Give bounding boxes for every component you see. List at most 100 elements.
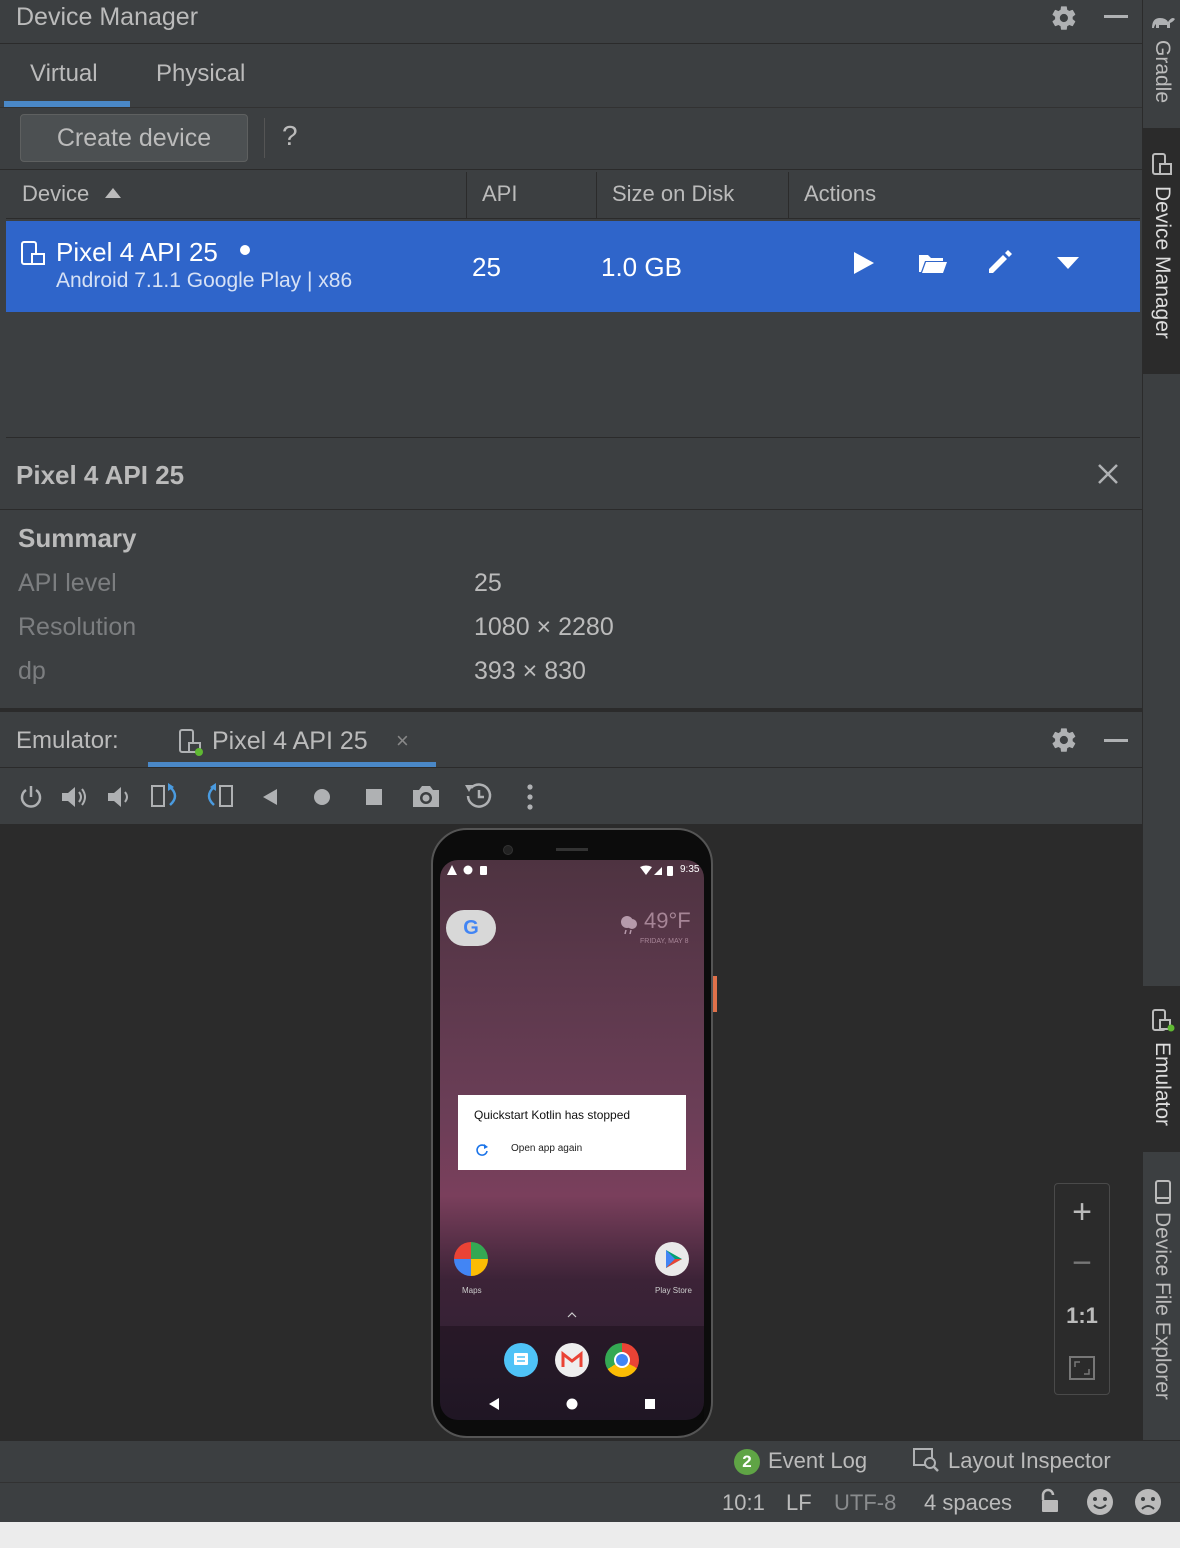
indent-setting[interactable]: 4 spaces [924,1490,1012,1516]
zoom-in-button[interactable]: + [1055,1193,1109,1232]
summary-key: API level [18,569,117,597]
event-log-button[interactable]: Event Log [768,1448,867,1474]
file-encoding[interactable]: UTF-8 [834,1490,896,1516]
folder-open-icon[interactable] [918,252,948,274]
overview-icon[interactable] [364,787,384,807]
maps-app-icon[interactable] [454,1242,488,1276]
column-divider [596,172,597,218]
device-file-explorer-tool-tab[interactable]: Device File Explorer [1150,1212,1174,1400]
caret-position[interactable]: 10:1 [722,1490,765,1516]
emulator-device-tab[interactable]: Pixel 4 API 25 [212,727,368,756]
device-tab-icon [178,728,204,756]
gradle-tool-tab[interactable]: Gradle [1150,40,1174,103]
column-header-size[interactable]: Size on Disk [612,181,734,207]
phone-clock: 9:35 [680,864,700,875]
line-separator[interactable]: LF [786,1490,812,1516]
summary-value: 25 [474,569,502,597]
tab-close-icon[interactable]: × [396,728,409,754]
dropdown-triangle-icon[interactable] [1056,256,1080,270]
refresh-icon[interactable] [475,1143,489,1157]
emulator-tab-icon [1151,1008,1175,1034]
device-running-indicator [240,245,250,255]
phone-back-icon[interactable] [488,1398,500,1410]
device-type-icon [20,240,46,268]
phone-home-icon[interactable] [566,1398,578,1410]
device-api: 25 [472,252,501,282]
zoom-actual-size-button[interactable]: 1:1 [1055,1303,1109,1329]
phone-overview-icon[interactable] [645,1399,655,1409]
lock-open-icon[interactable] [1038,1488,1062,1514]
volume-down-icon[interactable] [106,784,132,810]
android-studio-window: Device Manager Virtual Physical Create d… [0,0,1180,1548]
rotate-left-icon[interactable] [150,782,182,810]
close-icon[interactable] [1096,462,1120,486]
column-divider [466,172,467,218]
layout-inspector-button[interactable]: Layout Inspector [948,1448,1111,1474]
layout-inspector-icon [912,1447,940,1473]
help-button[interactable]: ? [282,120,298,152]
app-label: Maps [462,1286,482,1295]
emulator-tool-tab[interactable]: Emulator [1150,1042,1174,1126]
zoom-out-button[interactable]: − [1055,1244,1109,1283]
create-device-button[interactable]: Create device [20,114,248,162]
settings-gear-icon[interactable] [1050,4,1078,32]
emulator-settings-gear-icon[interactable] [1050,726,1078,754]
device-file-explorer-icon [1153,1180,1173,1204]
chrome-app-icon[interactable] [605,1343,639,1377]
google-search-widget[interactable]: G [446,910,496,946]
camera-icon[interactable] [410,782,442,810]
play-store-app-icon[interactable] [655,1242,689,1276]
snapshot-icon[interactable] [462,781,494,811]
tab-active-indicator [4,101,130,107]
summary-heading: Summary [18,523,137,553]
signal-battery-icons [640,865,676,876]
play-icon[interactable] [850,250,876,276]
app-drawer-chevron-icon[interactable] [567,1312,577,1318]
volume-up-icon[interactable] [60,784,90,810]
desktop-background-strip [0,1522,1180,1548]
device-size: 1.0 GB [601,252,682,282]
gmail-app-icon[interactable] [555,1343,589,1377]
open-app-again-button[interactable]: Open app again [511,1143,582,1154]
power-icon[interactable] [18,784,44,810]
gradle-elephant-icon [1150,10,1176,32]
minimize-icon[interactable] [1104,15,1128,18]
tab-physical[interactable]: Physical [156,60,245,88]
pencil-icon[interactable] [986,248,1014,276]
sad-feedback-icon[interactable] [1133,1487,1163,1517]
column-header-device[interactable]: Device [22,181,89,207]
event-count-badge: 2 [734,1449,760,1475]
summary-value: 1080 × 2280 [474,613,614,641]
emulator-label: Emulator: [16,727,119,754]
home-icon[interactable] [312,787,332,807]
happy-feedback-icon[interactable] [1085,1487,1115,1517]
toolbar-divider [264,118,265,158]
app-stopped-dialog [458,1095,686,1170]
summary-key: dp [18,657,46,685]
phone-side-button [713,976,717,1012]
zoom-fit-icon[interactable] [1069,1356,1095,1380]
device-description: Android 7.1.1 Google Play | x86 [56,269,353,292]
emulator-minimize-icon[interactable] [1104,739,1128,742]
summary-value: 393 × 830 [474,657,586,685]
summary-key: Resolution [18,613,137,641]
weather-temperature: 49°F [644,908,691,933]
rotate-right-icon[interactable] [202,782,234,810]
notification-icons [447,864,491,876]
column-header-api[interactable]: API [482,181,517,207]
weather-date: FRIDAY, MAY 8 [640,938,689,945]
tab-virtual[interactable]: Virtual [30,60,98,88]
emulator-header [0,712,1142,768]
device-manager-tool-tab[interactable]: Device Manager [1150,186,1174,339]
weather-icon [618,913,640,935]
column-divider [788,172,789,218]
device-manager-tab-icon [1151,152,1173,178]
device-table-header [6,171,1140,219]
back-icon[interactable] [260,787,280,807]
dialog-title: Quickstart Kotlin has stopped [474,1108,631,1122]
device-table-empty-area [6,312,1140,438]
more-icon[interactable] [526,784,534,810]
sort-ascending-icon[interactable] [104,187,122,199]
messages-app-icon[interactable] [504,1343,538,1377]
emulator-tab-indicator [148,762,436,767]
